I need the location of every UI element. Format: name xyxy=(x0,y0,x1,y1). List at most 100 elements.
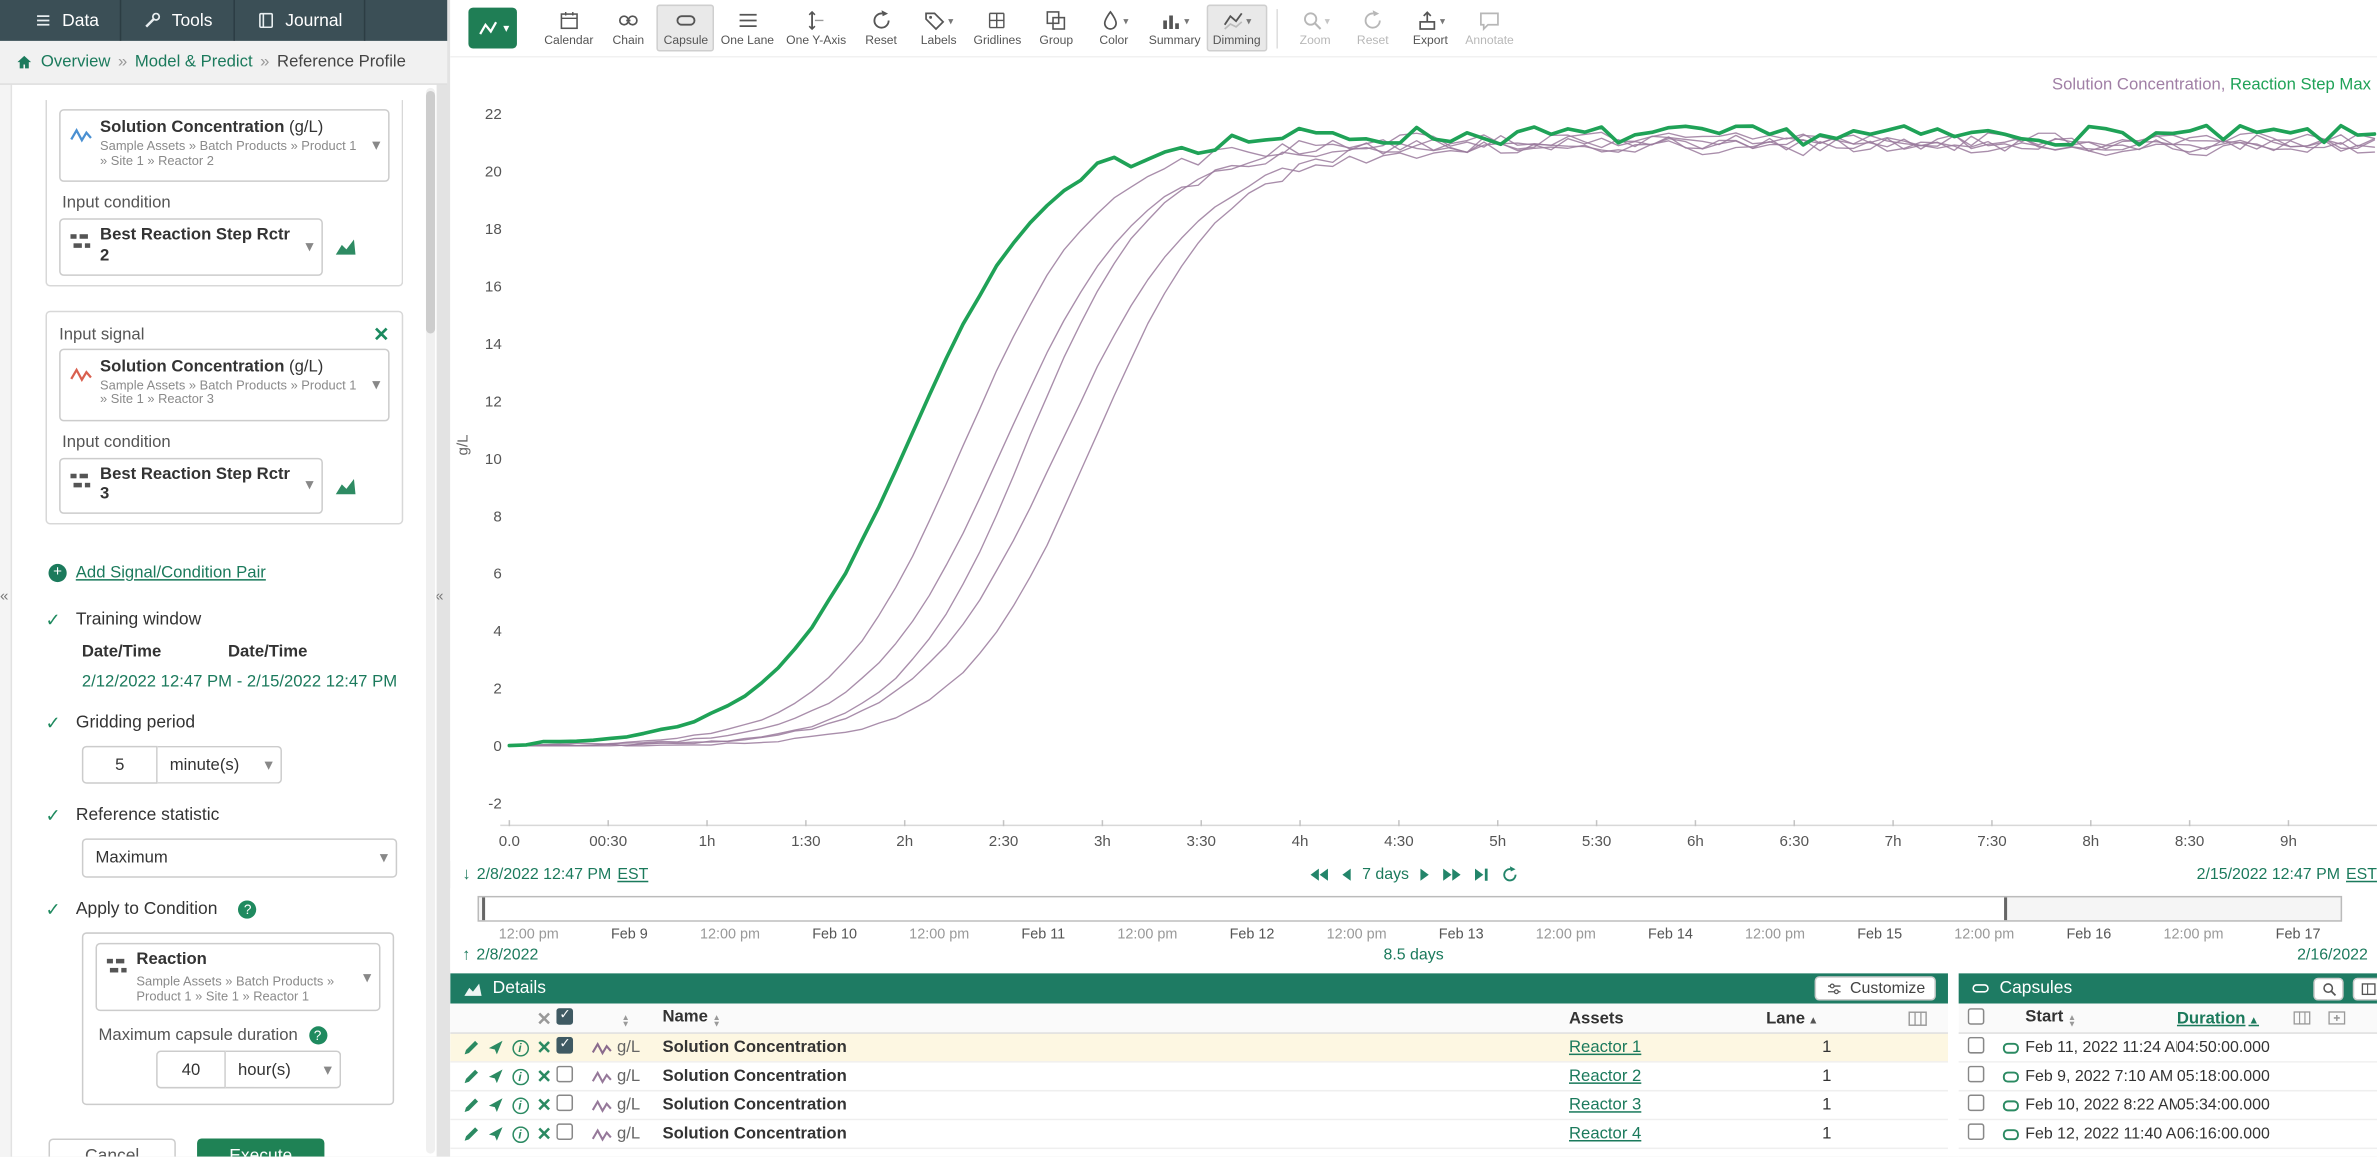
help-icon[interactable]: ? xyxy=(309,1027,327,1045)
max-duration-value-input[interactable] xyxy=(156,1051,226,1089)
customize-button[interactable]: Customize xyxy=(1815,976,1936,1000)
row-checkbox[interactable] xyxy=(556,1066,573,1083)
table-row[interactable]: i ✕ g/L Solution Concentration Reactor 4… xyxy=(450,1120,1948,1149)
edit-icon[interactable] xyxy=(459,1125,483,1143)
legend-item-reaction-step-max[interactable]: Reaction Step Max xyxy=(2230,76,2371,94)
tab-journal[interactable]: Journal xyxy=(235,0,365,41)
row-checkbox[interactable] xyxy=(1968,1037,1985,1054)
remove-icon[interactable]: ✕ xyxy=(532,1095,556,1116)
info-icon[interactable]: i xyxy=(508,1068,532,1085)
execute-button[interactable]: Execute xyxy=(197,1139,324,1157)
remove-icon[interactable]: ✕ xyxy=(532,1037,556,1058)
table-row[interactable]: i ✕ g/L Solution Concentration Reactor 2… xyxy=(450,1063,1948,1092)
toolbar-button-capsule[interactable]: Capsule xyxy=(657,5,715,52)
training-start[interactable]: 2/12/2022 12:47 PM xyxy=(82,673,232,691)
asset-link[interactable]: Reactor 3 xyxy=(1569,1096,1641,1114)
capsule-row[interactable]: Feb 10, 2022 8:22 AM 05:34:00.000 xyxy=(1959,1091,2377,1120)
trend-chart-svg[interactable]: 0.000:301h1:302h2:303h3:304h4:305h5:306h… xyxy=(450,58,2377,861)
info-icon[interactable]: i xyxy=(508,1039,532,1056)
reference-statistic-select[interactable]: Maximum ▾ xyxy=(82,838,397,877)
add-column-icon[interactable] xyxy=(2327,1010,2347,1027)
tab-data[interactable]: Data xyxy=(12,0,122,41)
step-forward-full-icon[interactable] xyxy=(1442,867,1463,882)
edit-icon[interactable] xyxy=(459,1038,483,1056)
column-config-icon[interactable] xyxy=(2353,977,2377,1000)
search-icon[interactable] xyxy=(2313,977,2343,1000)
send-icon[interactable] xyxy=(484,1067,508,1085)
send-icon[interactable] xyxy=(484,1125,508,1143)
view-mode-dropdown[interactable]: ▾ xyxy=(468,8,517,49)
edit-icon[interactable] xyxy=(459,1067,483,1085)
display-range-end[interactable]: 2/15/2022 12:47 PM xyxy=(2197,866,2340,884)
tab-tools[interactable]: Tools xyxy=(122,0,235,41)
asset-link[interactable]: Reactor 1 xyxy=(1569,1038,1641,1056)
capsule-row[interactable]: Feb 12, 2022 11:40 AM 06:16:00.000 xyxy=(1959,1120,2377,1149)
toolbar-button-chain[interactable]: Chain xyxy=(600,5,658,52)
remove-icon[interactable]: ✕ xyxy=(532,1123,556,1144)
row-checkbox[interactable] xyxy=(1968,1095,1985,1112)
row-checkbox[interactable] xyxy=(556,1037,573,1054)
toolbar-button-color[interactable]: ▾ Color xyxy=(1085,5,1143,52)
toolbar-button-summary[interactable]: ▾ Summary xyxy=(1143,5,1207,52)
table-row[interactable]: i ✕ g/L Solution Concentration Reactor 3… xyxy=(450,1091,1948,1120)
capsule-row[interactable]: Feb 9, 2022 7:10 AM 05:18:00.000 xyxy=(1959,1063,2377,1092)
toolbar-button-dimming[interactable]: ▾ Dimming xyxy=(1207,5,1267,52)
toolbar-button-group[interactable]: Group xyxy=(1027,5,1085,52)
gridding-value-input[interactable] xyxy=(82,746,158,784)
column-config-icon[interactable] xyxy=(2292,1010,2312,1027)
info-icon[interactable]: i xyxy=(508,1097,532,1114)
max-duration-unit-select[interactable]: hour(s) ▾ xyxy=(226,1051,341,1089)
capsule-row[interactable]: Feb 11, 2022 11:24 AM 04:50:00.000 xyxy=(1959,1034,2377,1063)
assets-column-header[interactable]: Assets xyxy=(1569,1009,1766,1027)
step-forward-icon[interactable] xyxy=(1420,867,1432,882)
display-range-start[interactable]: 2/8/2022 12:47 PM xyxy=(477,866,612,884)
help-icon[interactable]: ? xyxy=(239,900,257,918)
remove-all-icon[interactable]: ✕ xyxy=(532,1007,556,1028)
select-all-checkbox[interactable] xyxy=(1968,1007,1985,1024)
investigate-range-duration[interactable]: 8.5 days xyxy=(450,946,2377,964)
input-condition-select[interactable]: Best Reaction Step Rctr 2 ▾ xyxy=(59,218,323,275)
asset-link[interactable]: Reactor 4 xyxy=(1569,1125,1641,1143)
timezone-link[interactable]: EST xyxy=(617,866,648,884)
panel-scrollbar[interactable] xyxy=(426,88,435,1154)
table-row[interactable]: i ✕ g/L Solution Concentration Reactor 1… xyxy=(450,1034,1948,1063)
toolbar-button-gridlines[interactable]: Gridlines xyxy=(967,5,1027,52)
toolbar-button-export[interactable]: ▾ Export xyxy=(1402,5,1460,52)
info-icon[interactable]: i xyxy=(508,1126,532,1143)
asset-link[interactable]: Reactor 2 xyxy=(1569,1067,1641,1085)
toolbar-button-labels[interactable]: ▾ Labels xyxy=(910,5,968,52)
row-checkbox[interactable] xyxy=(1968,1123,1985,1140)
cancel-button[interactable]: Cancel xyxy=(49,1139,176,1157)
home-icon[interactable] xyxy=(15,53,33,71)
sort-icon[interactable]: ▲▼ xyxy=(622,1015,630,1029)
training-window-range[interactable]: 2/12/2022 12:47 PM - 2/15/2022 12:47 PM xyxy=(82,673,403,691)
investigate-range-end[interactable]: 2/16/2022 xyxy=(2297,946,2368,964)
toolbar-button-one-y-axis[interactable]: One Y-Axis xyxy=(780,5,852,52)
condition-chart-icon[interactable] xyxy=(335,476,356,496)
row-checkbox[interactable] xyxy=(1968,1066,1985,1083)
duration-column-header[interactable]: Duration▲ xyxy=(2177,1009,2286,1027)
lane-column-header[interactable]: Lane▲ xyxy=(1766,1009,1887,1027)
select-all-checkbox[interactable] xyxy=(556,1007,573,1024)
timeline-range-bar[interactable] xyxy=(478,896,2343,922)
toolbar-button-calendar[interactable]: Calendar xyxy=(538,5,599,52)
input-signal-select[interactable]: Solution Concentration (g/L) Sample Asse… xyxy=(59,109,389,182)
input-condition-select[interactable]: Best Reaction Step Rctr 3 ▾ xyxy=(59,457,323,514)
timeline-selected-range[interactable] xyxy=(482,897,2007,920)
add-signal-condition-pair-link[interactable]: + Add Signal/Condition Pair xyxy=(49,564,404,582)
column-config-icon[interactable] xyxy=(1887,1009,1948,1027)
breadcrumb-model-predict[interactable]: Model & Predict xyxy=(135,53,253,71)
refresh-icon[interactable] xyxy=(1501,866,1519,884)
toolbar-button-one-lane[interactable]: One Lane xyxy=(715,5,780,52)
remove-icon[interactable]: ✕ xyxy=(532,1066,556,1087)
apply-condition-select[interactable]: Reaction Sample Assets » Batch Products … xyxy=(96,943,381,1012)
timezone-link[interactable]: EST xyxy=(2346,866,2377,884)
step-back-icon[interactable] xyxy=(1339,867,1351,882)
row-checkbox[interactable] xyxy=(556,1095,573,1112)
trend-chart[interactable]: 0.000:301h1:302h2:303h3:304h4:305h5:306h… xyxy=(450,58,2377,861)
skip-to-end-icon[interactable] xyxy=(1474,867,1491,882)
range-duration[interactable]: 7 days xyxy=(1362,866,1409,884)
edit-icon[interactable] xyxy=(459,1096,483,1114)
step-back-full-icon[interactable] xyxy=(1308,867,1329,882)
training-end[interactable]: 2/15/2022 12:47 PM xyxy=(247,673,397,691)
